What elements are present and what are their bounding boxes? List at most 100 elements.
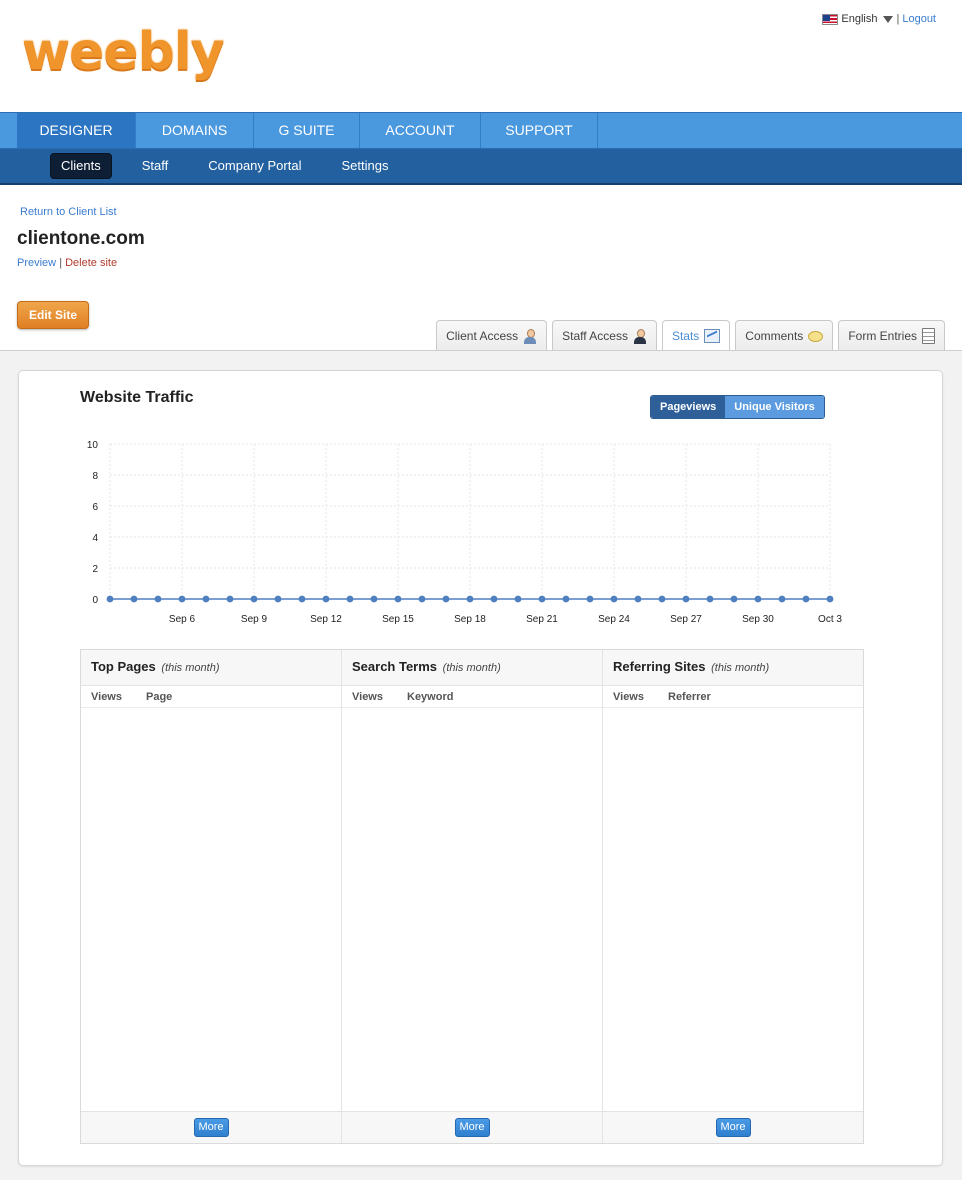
page-column-header: Page	[146, 690, 173, 703]
tab-label: Staff Access	[562, 329, 628, 343]
data-point	[298, 595, 306, 603]
preview-link[interactable]: Preview	[17, 257, 56, 269]
x-tick-label: Oct 3	[818, 614, 842, 625]
subnav-company-portal[interactable]: Company Portal	[188, 154, 321, 178]
clipboard-icon	[922, 328, 935, 344]
us-flag-icon	[822, 13, 839, 25]
data-point	[658, 595, 666, 603]
table-header: Top Pages (this month)	[81, 650, 341, 686]
y-tick-label: 0	[92, 595, 98, 606]
data-point	[106, 595, 114, 603]
tab-stats[interactable]: Stats	[661, 320, 731, 351]
delete-site-link[interactable]: Delete site	[65, 257, 117, 269]
data-point	[466, 595, 474, 603]
tab-staff-access[interactable]: Staff Access	[552, 320, 657, 351]
x-tick-label: Sep 30	[742, 614, 774, 625]
referring-sites-more-button[interactable]: More	[715, 1118, 751, 1137]
subnav-clients[interactable]: Clients	[50, 153, 112, 179]
data-point	[442, 595, 450, 603]
top-pages-more-button[interactable]: More	[193, 1118, 229, 1137]
nav-support[interactable]: SUPPORT	[481, 113, 598, 148]
comment-bubble-icon	[808, 330, 824, 342]
tab-label: Comments	[745, 329, 804, 343]
data-point	[418, 595, 426, 603]
data-point	[586, 595, 594, 603]
x-tick-label: Sep 9	[241, 614, 268, 625]
language-selector[interactable]: English	[841, 13, 877, 25]
tab-client-access[interactable]: Client Access	[436, 320, 548, 351]
data-point	[562, 595, 570, 603]
subnav-staff[interactable]: Staff	[122, 154, 189, 178]
chevron-down-icon[interactable]	[883, 15, 894, 23]
referrer-column-header: Referrer	[668, 690, 711, 703]
y-tick-label: 2	[92, 564, 98, 575]
site-tabs: Client Access Staff Access Stats Comment…	[436, 320, 945, 351]
subnav-settings[interactable]: Settings	[321, 154, 408, 178]
data-point	[274, 595, 282, 603]
table-period: (this month)	[442, 662, 501, 674]
search-terms-table: Search Terms (this month) Views Keyword …	[342, 650, 603, 1143]
unique-visitors-toggle-button[interactable]: Unique Visitors	[725, 396, 824, 418]
table-column-headers: Views Page	[81, 686, 341, 708]
tab-comments[interactable]: Comments	[735, 320, 834, 351]
x-tick-label: Sep 18	[454, 614, 486, 625]
table-title: Top Pages	[91, 659, 156, 674]
table-header: Search Terms (this month)	[342, 650, 602, 686]
header: weebly English | Logout	[0, 0, 962, 112]
data-point	[610, 595, 618, 603]
data-point	[754, 595, 762, 603]
table-title: Referring Sites	[613, 659, 706, 674]
nav-designer[interactable]: DESIGNER	[17, 113, 136, 148]
top-pages-table: Top Pages (this month) Views Page More	[81, 650, 342, 1143]
x-tick-label: Sep 21	[526, 614, 558, 625]
traffic-chart: 0 2 4 6 8 10 Sep 6 Sep 9 Sep 12 Sep 15 Sep 18 Sep 2…	[87, 440, 843, 625]
data-point	[538, 595, 546, 603]
data-point	[346, 595, 354, 603]
table-header: Referring Sites (this month)	[603, 650, 863, 686]
nav-gsuite[interactable]: G SUITE	[254, 113, 360, 148]
top-links: English | Logout	[822, 13, 936, 25]
keyword-column-header: Keyword	[407, 690, 454, 703]
y-tick-label: 10	[87, 440, 99, 451]
table-period: (this month)	[711, 662, 770, 674]
pageviews-toggle-button[interactable]: Pageviews	[651, 396, 726, 418]
views-column-header: Views	[352, 690, 383, 703]
data-point	[730, 595, 738, 603]
data-point	[682, 595, 690, 603]
data-point	[202, 595, 210, 603]
return-to-client-list-link[interactable]: Return to Client List	[20, 206, 117, 218]
data-point	[490, 595, 498, 603]
x-tick-label: Sep 12	[310, 614, 342, 625]
x-tick-label: Sep 6	[169, 614, 196, 625]
data-point	[250, 595, 258, 603]
data-point	[802, 595, 810, 603]
data-point	[130, 595, 138, 603]
data-point	[706, 595, 714, 603]
table-title: Search Terms	[352, 659, 438, 674]
y-tick-label: 4	[92, 533, 98, 544]
x-tick-label: Sep 27	[670, 614, 702, 625]
logout-link[interactable]: Logout	[902, 13, 936, 25]
tab-form-entries[interactable]: Form Entries	[838, 320, 945, 351]
tab-label: Client Access	[446, 329, 519, 343]
data-point	[778, 595, 786, 603]
tab-label: Form Entries	[848, 329, 917, 343]
stats-chart-icon	[704, 329, 721, 343]
data-point	[322, 595, 330, 603]
website-traffic-title: Website Traffic	[80, 389, 194, 406]
y-tick-label: 8	[92, 471, 98, 482]
data-point	[178, 595, 186, 603]
data-point	[370, 595, 378, 603]
link-separator: |	[896, 13, 900, 25]
site-actions: Preview | Delete site	[17, 257, 117, 269]
weebly-logo[interactable]: weebly	[22, 22, 225, 82]
data-point	[226, 595, 234, 603]
table-footer: More	[342, 1111, 602, 1143]
nav-account[interactable]: ACCOUNT	[360, 113, 481, 148]
edit-site-button[interactable]: Edit Site	[17, 301, 89, 329]
sub-nav: Clients Staff Company Portal Settings	[0, 149, 962, 185]
x-tick-label: Sep 24	[598, 614, 630, 625]
nav-domains[interactable]: DOMAINS	[136, 113, 254, 148]
search-terms-more-button[interactable]: More	[454, 1118, 490, 1137]
referring-sites-table: Referring Sites (this month) Views Refer…	[603, 650, 863, 1143]
